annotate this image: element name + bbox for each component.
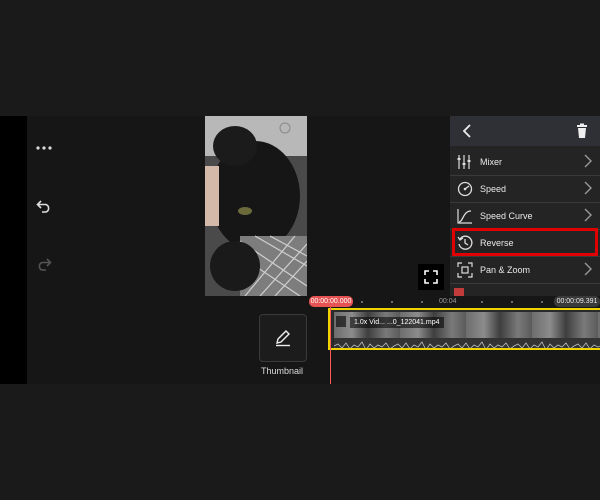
menu-item-label: Speed — [480, 183, 507, 194]
more-horizontal-icon — [35, 146, 52, 150]
speed-curve-icon — [456, 207, 474, 225]
fullscreen-button[interactable] — [418, 264, 444, 290]
mixer-icon — [456, 153, 474, 171]
divider — [450, 283, 600, 284]
pencil-icon — [276, 330, 290, 347]
menu-item-pan-zoom[interactable]: Pan & Zoom — [450, 256, 600, 283]
video-clip[interactable]: 1.0x Vid... ...0_122041.mp4 — [328, 308, 600, 350]
speed-icon — [456, 180, 474, 198]
redo-button[interactable] — [27, 250, 60, 278]
clip-film-icon — [336, 316, 346, 327]
timeline: Thumbnail 00:04 1.0x Vid... ...0_122041.… — [27, 296, 600, 384]
thumbnail-button[interactable] — [259, 314, 307, 362]
left-edge — [0, 116, 27, 384]
bottom-area — [0, 384, 600, 500]
app-window: Mixer Speed Speed Curve Reverse Pan & Zo… — [0, 116, 600, 384]
total-duration-badge: 00:00:09.391 — [554, 296, 600, 307]
chevron-right-icon — [584, 154, 592, 170]
time-tick — [481, 301, 483, 303]
video-frame[interactable] — [205, 116, 307, 296]
partial-menu-item-icon — [454, 288, 464, 296]
chevron-right-icon — [584, 181, 592, 197]
chevron-left-icon — [462, 124, 471, 138]
time-tick — [421, 301, 423, 303]
menu-item-label: Mixer — [480, 156, 502, 167]
menu-item-speed[interactable]: Speed — [450, 175, 600, 202]
video-preview — [60, 116, 450, 296]
undo-icon — [35, 200, 49, 213]
undo-button[interactable] — [27, 192, 60, 220]
clip-label: 1.0x Vid... ...0_122041.mp4 — [350, 317, 444, 328]
menu-item-speed-curve[interactable]: Speed Curve — [450, 202, 600, 229]
menu-item-label: Speed Curve — [480, 210, 533, 221]
thumbnail-label: Thumbnail — [260, 366, 304, 376]
more-options-button[interactable] — [27, 134, 60, 162]
delete-button[interactable] — [574, 123, 590, 139]
chevron-right-icon — [584, 208, 592, 224]
menu-item-mixer[interactable]: Mixer — [450, 148, 600, 175]
time-tick — [541, 301, 543, 303]
fullscreen-icon — [424, 270, 438, 284]
back-button[interactable] — [460, 123, 476, 139]
current-time-badge: 00:00:00.000 — [309, 296, 353, 307]
redo-icon — [38, 258, 52, 271]
time-marker: 00:04 — [439, 298, 457, 305]
cat-video-image — [205, 116, 307, 296]
reverse-highlight-box — [452, 228, 598, 256]
time-tick — [511, 301, 513, 303]
panel-header — [450, 116, 600, 146]
trash-icon — [577, 123, 587, 138]
pan-zoom-icon — [456, 261, 474, 279]
playhead[interactable] — [330, 300, 331, 384]
chevron-right-icon — [584, 262, 592, 278]
menu-item-label: Pan & Zoom — [480, 264, 531, 275]
audio-waveform — [333, 338, 600, 348]
clip-options-panel: Mixer Speed Speed Curve Reverse Pan & Zo… — [450, 116, 600, 296]
time-tick — [391, 301, 393, 303]
time-tick — [361, 301, 363, 303]
